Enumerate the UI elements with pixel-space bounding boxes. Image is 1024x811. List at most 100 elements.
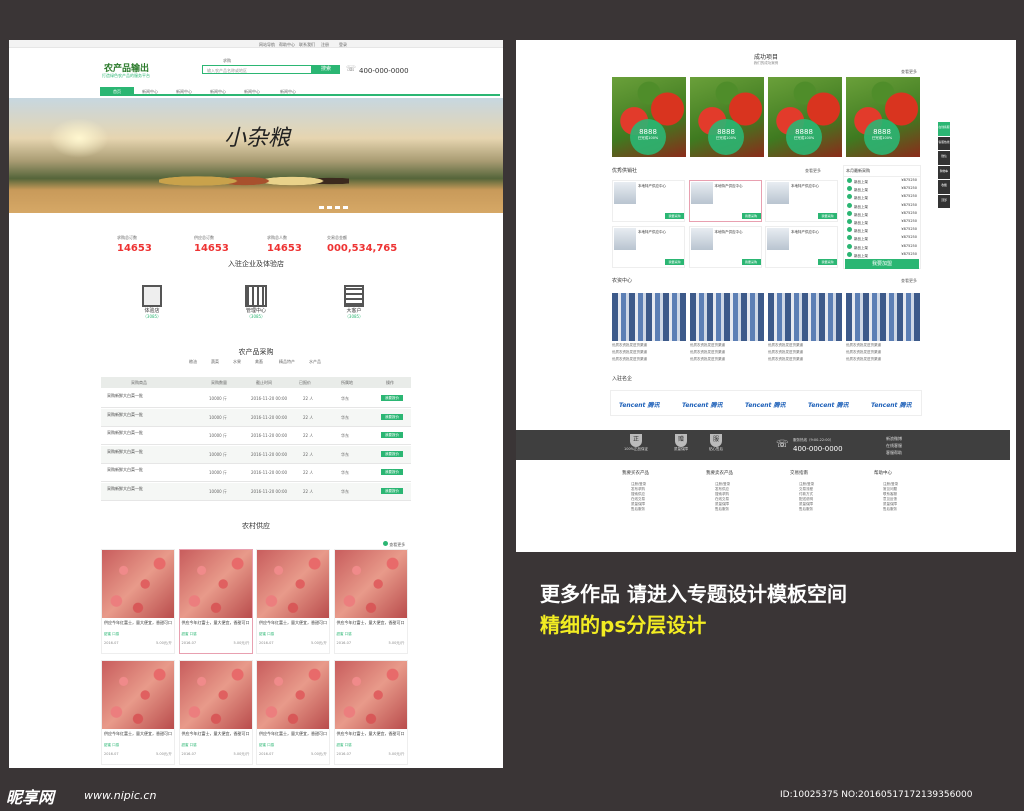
search-input[interactable]: 输入农产品名称或地区 (202, 65, 312, 74)
rank-item[interactable]: 新品上架 ¥875250 (844, 251, 920, 259)
top-link-5[interactable]: 登录 (339, 42, 347, 48)
quote-button[interactable]: 我要报价 (381, 432, 403, 438)
agri-news-item[interactable]: 优质农资批发进货渠道 (612, 350, 686, 355)
partner-5[interactable]: Tencent 腾讯 (871, 400, 912, 409)
project-card[interactable]: 8888 已完成100% (612, 77, 686, 157)
rank-item[interactable]: 新品上架 ¥875250 (844, 218, 920, 226)
agri-news-item[interactable]: 优质农资批发进货渠道 (768, 357, 842, 362)
supply-more-link[interactable]: 查看更多 (383, 541, 405, 548)
coop-card[interactable]: 本地特产供应中心 我要采购 (688, 180, 762, 222)
agri-card[interactable]: 优质农资批发进货渠道 优质农资批发进货渠道 优质农资批发进货渠道 (768, 293, 842, 369)
banner-dots[interactable] (319, 206, 349, 209)
partner-3[interactable]: Tencent 腾讯 (745, 400, 786, 409)
product-image[interactable] (257, 661, 329, 729)
agri-news-item[interactable]: 优质农资批发进货渠道 (612, 343, 686, 348)
agri-news-item[interactable]: 优质农资批发进货渠道 (690, 343, 764, 348)
cat-4[interactable]: 禽畜 (255, 359, 263, 365)
top-link-4[interactable]: 注册 (321, 42, 329, 48)
cat-5[interactable]: 精品特产 (279, 359, 295, 365)
coop-card[interactable]: 本地特产供应中心 我要采购 (765, 180, 838, 222)
agri-more-link[interactable]: 查看更多 (901, 278, 917, 284)
footer-link-1[interactable]: 新浪微博 (886, 436, 902, 442)
footer-link-3[interactable]: 客服帮助 (886, 450, 902, 456)
row-goods[interactable]: 采购新鲜大白菜一批 (107, 412, 197, 418)
quote-button[interactable]: 我要报价 (381, 487, 403, 494)
side-tab[interactable]: 顶部 (938, 194, 950, 208)
rank-item[interactable]: 新品上架 ¥875250 (844, 185, 920, 193)
rank-item[interactable]: 新品上架 ¥875250 (844, 226, 920, 234)
row-goods[interactable]: 采购新鲜大白菜一批 (107, 393, 197, 399)
store-1[interactable]: 体验店 （3085） (137, 285, 167, 320)
coop-more-link[interactable]: 查看更多 (805, 168, 821, 174)
top-link-3[interactable]: 联系我们 (299, 42, 315, 48)
search-button[interactable]: 搜索 (312, 65, 340, 74)
store-3[interactable]: 大客户 （3085） (339, 285, 369, 320)
row-goods[interactable]: 采购新鲜大白菜一批 (107, 449, 197, 455)
nav-item-4[interactable]: 新闻中心 (210, 89, 226, 95)
help-link[interactable]: 售后服务 (790, 507, 860, 512)
partner-1[interactable]: Tencent 腾讯 (619, 400, 660, 409)
quote-button[interactable]: 我要报价 (381, 469, 403, 475)
coop-buy-button[interactable]: 我要采购 (741, 213, 761, 219)
rank-item[interactable]: 新品上架 ¥875250 (844, 243, 920, 251)
rank-item[interactable]: 新品上架 ¥875250 (844, 202, 920, 210)
coop-buy-button[interactable]: 我要采购 (818, 259, 837, 265)
partner-2[interactable]: Tencent 腾讯 (682, 400, 723, 409)
top-link-2[interactable]: 帮助中心 (279, 42, 295, 48)
search-tab[interactable]: 求购 (223, 58, 231, 64)
agri-news-item[interactable]: 优质农资批发进货渠道 (846, 357, 920, 362)
product-card[interactable]: 供应今年红富士，量大便宜，香甜可口 甜蜜 口感 2016-07 5.00元/斤 (256, 660, 330, 765)
side-tab[interactable]: 在线客服 (938, 122, 950, 136)
agri-news-item[interactable]: 优质农资批发进货渠道 (768, 350, 842, 355)
side-tab[interactable]: 微信 (938, 151, 950, 165)
agri-news-item[interactable]: 优质农资批发进货渠道 (690, 357, 764, 362)
row-goods[interactable]: 采购新鲜大白菜一批 (107, 486, 197, 492)
coop-card[interactable]: 本地特产供应中心 我要采购 (612, 226, 685, 268)
product-image[interactable] (102, 661, 174, 729)
product-image[interactable] (334, 550, 407, 618)
hero-banner[interactable]: 小杂粮 (9, 98, 503, 213)
row-goods[interactable]: 采购新鲜大白菜一批 (107, 467, 197, 473)
product-card[interactable]: 供应今年红富士，量大便宜，香甜可口 甜蜜 口感 2016-07 5.00元/斤 (178, 549, 253, 654)
top-link-1[interactable]: 网站导航 (259, 42, 275, 48)
coop-buy-button[interactable]: 我要采购 (665, 259, 684, 265)
help-link[interactable]: 售后服务 (622, 507, 692, 512)
product-card[interactable]: 供应今年红富士，量大便宜，香甜可口 甜蜜 口感 2016-07 5.00元/斤 (101, 549, 175, 654)
side-tab[interactable]: 客服热线 (938, 136, 950, 150)
cat-1[interactable]: 粮油 (189, 359, 197, 365)
help-link[interactable]: 售后服务 (874, 507, 944, 512)
rank-item[interactable]: 新品上架 ¥875250 (844, 193, 920, 201)
nav-item-2[interactable]: 新闻中心 (142, 89, 158, 95)
nav-item-6[interactable]: 新闻中心 (280, 89, 296, 95)
product-card[interactable]: 供应今年红富士，量大便宜，香甜可口 甜蜜 口感 2016-07 5.00元/斤 (178, 660, 253, 765)
product-card[interactable]: 供应今年红富士，量大便宜，香甜可口 甜蜜 口感 2016-07 5.00元/斤 (333, 660, 408, 765)
product-image[interactable] (257, 550, 329, 618)
project-card[interactable]: 8888 已完成100% (846, 77, 920, 157)
cat-6[interactable]: 水产品 (309, 359, 321, 365)
side-tab[interactable]: 收藏 (938, 180, 950, 194)
agri-news-item[interactable]: 优质农资批发进货渠道 (612, 357, 686, 362)
coop-buy-button[interactable]: 我要采购 (818, 213, 837, 219)
product-image[interactable] (334, 661, 407, 729)
footer-link-2[interactable]: 在线客服 (886, 443, 902, 449)
side-tab[interactable]: 购物车 (938, 165, 950, 179)
product-card[interactable]: 供应今年红富士，量大便宜，香甜可口 甜蜜 口感 2016-07 5.00元/斤 (256, 549, 330, 654)
coop-card[interactable]: 本地特产供应中心 我要采购 (688, 226, 762, 268)
agri-news-item[interactable]: 优质农资批发进货渠道 (768, 343, 842, 348)
coop-buy-button[interactable]: 我要采购 (665, 213, 684, 219)
project-card[interactable]: 8888 已完成100% (768, 77, 842, 157)
quote-button[interactable]: 我要报价 (381, 413, 403, 420)
product-card[interactable]: 供应今年红富士，量大便宜，香甜可口 甜蜜 口感 2016-07 5.00元/斤 (333, 549, 408, 654)
store-2[interactable]: 管理中心 （3085） (239, 285, 273, 320)
agri-news-item[interactable]: 优质农资批发进货渠道 (846, 350, 920, 355)
coop-buy-button[interactable]: 我要采购 (741, 259, 761, 265)
rank-item[interactable]: 新品上架 ¥875250 (844, 210, 920, 218)
agri-card[interactable]: 优质农资批发进货渠道 优质农资批发进货渠道 优质农资批发进货渠道 (690, 293, 764, 369)
coop-card[interactable]: 本地特产供应中心 我要采购 (765, 226, 838, 268)
product-image[interactable] (179, 661, 252, 729)
cat-2[interactable]: 蔬菜 (211, 359, 219, 365)
rank-join-button[interactable]: 我要加盟 (845, 259, 919, 269)
projects-more-link[interactable]: 查看更多 (901, 69, 917, 75)
agri-card[interactable]: 优质农资批发进货渠道 优质农资批发进货渠道 优质农资批发进货渠道 (612, 293, 686, 369)
nav-item-home[interactable]: 首页 (100, 87, 134, 96)
